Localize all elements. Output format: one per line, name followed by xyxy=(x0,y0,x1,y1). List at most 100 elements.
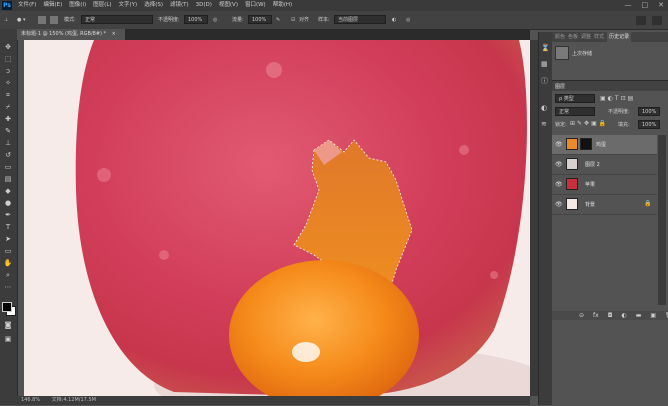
layers-scrollbar[interactable] xyxy=(658,135,666,305)
maximize-button[interactable]: □ xyxy=(642,0,649,11)
menu-view[interactable]: 视图(V) xyxy=(219,0,238,11)
history-panel-icon[interactable]: ⌛ xyxy=(541,44,550,52)
more-tools-icon[interactable]: ⋯ xyxy=(3,283,13,291)
menu-3d[interactable]: 3D(D) xyxy=(196,0,212,11)
lasso-tool-icon[interactable]: ↄ xyxy=(3,67,13,75)
blur-tool-icon[interactable]: ◆ xyxy=(3,187,13,195)
fx-icon[interactable]: fx xyxy=(593,311,599,320)
zoom-tool-icon[interactable]: ⌕ xyxy=(3,271,13,279)
blend-mode-select[interactable]: 正常 xyxy=(555,107,595,116)
menu-select[interactable]: 选择(S) xyxy=(144,0,163,11)
close-window-button[interactable]: ✕ xyxy=(658,0,664,11)
pressure-size-icon[interactable]: ◎ xyxy=(406,15,410,25)
type-tool-icon[interactable]: T xyxy=(3,223,13,231)
search-icon[interactable] xyxy=(652,16,662,25)
fill-input[interactable]: 100% xyxy=(638,120,660,129)
brush-tool-icon[interactable]: ✎ xyxy=(3,127,13,135)
new-layer-icon[interactable]: ▣ xyxy=(650,311,656,320)
lock-icons[interactable]: ⊞✎✥▣🔒 xyxy=(570,120,608,127)
zoom-level[interactable]: 146.8% xyxy=(21,397,40,403)
opacity-input[interactable]: 100% xyxy=(184,15,208,24)
eraser-tool-icon[interactable]: ▭ xyxy=(3,163,13,171)
dodge-tool-icon[interactable]: ● xyxy=(3,199,13,207)
close-tab-icon[interactable]: × xyxy=(112,31,116,37)
quick-mask-icon[interactable]: ◙ xyxy=(3,321,13,329)
link-icon[interactable]: ⊝ xyxy=(579,311,584,320)
menu-layer[interactable]: 图层(L) xyxy=(93,0,111,11)
layer-opacity-input[interactable]: 100% xyxy=(638,107,660,116)
menu-help[interactable]: 帮助(H) xyxy=(273,0,292,11)
layer-row-background[interactable]: 👁 背景 🔒 xyxy=(552,195,657,215)
channels-panel-icon[interactable]: ≋ xyxy=(541,120,547,128)
clone-source-icon[interactable] xyxy=(50,16,58,24)
menu-type[interactable]: 文字(Y) xyxy=(119,0,138,11)
brush-panel-icon[interactable] xyxy=(38,16,46,24)
menu-file[interactable]: 文件(F) xyxy=(18,0,36,11)
mask-icon[interactable]: ◘ xyxy=(608,311,613,320)
layer-name: 图层 2 xyxy=(585,162,600,168)
quick-select-tool-icon[interactable]: ✧ xyxy=(3,79,13,87)
properties-panel-icon[interactable]: ▦ xyxy=(541,60,548,68)
tab-color[interactable]: 颜色 xyxy=(555,32,565,42)
tab-history[interactable]: 历史记录 xyxy=(607,32,632,42)
workspace-icon[interactable] xyxy=(636,16,646,25)
ignore-adjustment-icon[interactable]: ◐ xyxy=(392,15,396,25)
tab-layers[interactable]: 图层 xyxy=(555,83,565,90)
foreground-color-swatch[interactable] xyxy=(2,302,12,312)
visibility-eye-icon[interactable]: 👁 xyxy=(555,161,563,168)
flow-input[interactable]: 100% xyxy=(248,15,272,24)
pen-tool-icon[interactable]: ✒ xyxy=(3,211,13,219)
panel-icon-strip: ⌛ ▦ ⓘ ◐ ≋ xyxy=(538,32,552,405)
history-entry[interactable]: 上次存储 xyxy=(572,50,592,57)
vertical-scrollbar[interactable] xyxy=(530,40,538,396)
opacity-pressure-icon[interactable]: ◎ xyxy=(213,15,217,25)
path-select-tool-icon[interactable]: ➤ xyxy=(3,235,13,243)
canvas[interactable] xyxy=(24,40,530,396)
move-tool-icon[interactable]: ✥ xyxy=(3,43,13,51)
document-tab[interactable]: 未标题-1 @ 150% (鸡蛋, RGB/8#) * × xyxy=(17,29,125,40)
screen-mode-icon[interactable]: ▣ xyxy=(3,335,13,343)
layer-filter-select[interactable]: ρ 类型 xyxy=(555,94,595,103)
minimize-button[interactable]: — xyxy=(625,0,632,11)
mode-select[interactable]: 正常 xyxy=(81,15,153,24)
tab-styles[interactable]: 样式 xyxy=(594,32,604,42)
folder-icon[interactable]: ▬ xyxy=(636,311,642,320)
crop-tool-icon[interactable]: ⌗ xyxy=(3,91,13,99)
clone-stamp-tool-icon[interactable]: ⊥ xyxy=(3,139,13,147)
tab-adjustments[interactable]: 调整 xyxy=(581,32,591,42)
canvas-artwork xyxy=(24,40,530,396)
brush-preset-icon[interactable]: ● ▾ xyxy=(17,15,25,25)
gradient-tool-icon[interactable]: ▤ xyxy=(3,175,13,183)
menu-image[interactable]: 图像(I) xyxy=(69,0,86,11)
options-bar: ⊥ ● ▾ 模式: 正常 不透明度: 100% ◎ 流量: 100% ✎ ☑ 对… xyxy=(0,11,668,30)
layer-name: 背景 xyxy=(585,202,596,208)
adjustment-icon[interactable]: ◐ xyxy=(621,311,626,320)
layer-row-egg[interactable]: 👁 鸡蛋 xyxy=(552,135,657,155)
visibility-eye-icon[interactable]: 👁 xyxy=(555,201,563,208)
hand-tool-icon[interactable]: ✋ xyxy=(3,259,13,267)
menu-window[interactable]: 窗口(W) xyxy=(245,0,266,11)
history-snapshot-thumb xyxy=(555,46,569,60)
sample-select[interactable]: 当前图层 xyxy=(334,15,386,24)
menu-edit[interactable]: 编辑(E) xyxy=(43,0,62,11)
layer-row-layer2[interactable]: 👁 图层 2 xyxy=(552,155,657,175)
info-panel-icon[interactable]: ⓘ xyxy=(541,76,548,86)
layer-mask-thumbnail[interactable] xyxy=(580,138,592,150)
layer-filter-icons[interactable]: ▣◐T⊡▤ xyxy=(600,95,635,102)
history-brush-tool-icon[interactable]: ↺ xyxy=(3,151,13,159)
adjustments-panel-icon[interactable]: ◐ xyxy=(541,104,547,112)
menu-filter[interactable]: 滤镜(T) xyxy=(170,0,189,11)
airbrush-icon[interactable]: ✎ xyxy=(276,15,280,25)
marquee-tool-icon[interactable]: ⬚ xyxy=(3,55,13,63)
visibility-eye-icon[interactable]: 👁 xyxy=(555,181,563,188)
stamp-tool-icon[interactable]: ⊥ xyxy=(4,15,8,25)
align-checkbox[interactable]: ☑ xyxy=(291,15,295,25)
tab-swatches[interactable]: 色板 xyxy=(568,32,578,42)
healing-brush-tool-icon[interactable]: ✚ xyxy=(3,115,13,123)
visibility-eye-icon[interactable]: 👁 xyxy=(555,141,563,148)
document-info[interactable]: 文档:4.12M/17.5M xyxy=(52,397,96,403)
flow-label: 流量: xyxy=(232,17,244,23)
layer-row-apple[interactable]: 👁 苹果 xyxy=(552,175,657,195)
shape-tool-icon[interactable]: ▭ xyxy=(3,247,13,255)
eyedropper-tool-icon[interactable]: ⌿ xyxy=(3,103,13,111)
